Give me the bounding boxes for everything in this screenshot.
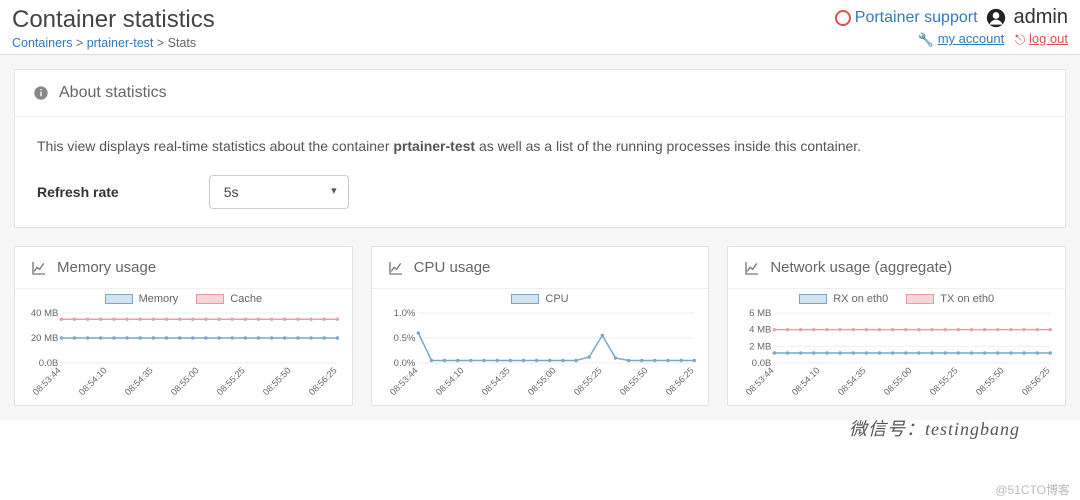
chart-icon xyxy=(31,260,47,276)
about-panel-head: About statistics xyxy=(15,70,1065,117)
cpu-legend: CPU xyxy=(378,293,703,305)
my-account-link[interactable]: my account xyxy=(938,31,1004,46)
memory-usage-title: Memory usage xyxy=(57,259,156,276)
wrench-icon: 🔧 xyxy=(918,32,934,48)
refresh-rate-label: Refresh rate xyxy=(37,181,119,203)
svg-text:08:55:00: 08:55:00 xyxy=(882,366,914,398)
svg-text:40 MB: 40 MB xyxy=(31,309,58,319)
svg-text:08:54:35: 08:54:35 xyxy=(836,366,868,398)
page-title: Container statistics xyxy=(12,6,215,34)
logout-icon: ⎋ xyxy=(1015,32,1025,48)
page-header: Container statistics Containers > prtain… xyxy=(0,0,1080,52)
username-label: admin xyxy=(1014,6,1068,29)
network-legend: RX on eth0 TX on eth0 xyxy=(734,293,1059,305)
content-area: About statistics This view displays real… xyxy=(0,55,1080,420)
svg-text:08:54:10: 08:54:10 xyxy=(77,366,109,398)
info-icon xyxy=(33,85,49,101)
svg-text:08:54:10: 08:54:10 xyxy=(790,366,822,398)
breadcrumb: Containers > prtainer-test > Stats xyxy=(12,36,215,50)
chart-icon xyxy=(744,260,760,276)
swatch-pink-icon xyxy=(196,294,224,304)
svg-text:1.0%: 1.0% xyxy=(393,309,415,319)
svg-text:08:54:10: 08:54:10 xyxy=(434,366,466,398)
breadcrumb-containers[interactable]: Containers xyxy=(12,36,72,50)
svg-text:08:53:44: 08:53:44 xyxy=(744,366,776,398)
network-usage-chart: 0.0B2 MB4 MB6 MB08:53:4408:54:1008:54:35… xyxy=(734,309,1059,399)
svg-text:08:55:25: 08:55:25 xyxy=(215,366,247,398)
chart-icon xyxy=(388,260,404,276)
refresh-rate-select[interactable]: 5s xyxy=(209,175,349,209)
about-heading: About statistics xyxy=(59,84,167,102)
memory-usage-card: Memory usage Memory Cache 0.0B20 MB40 MB… xyxy=(14,246,353,406)
svg-text:08:55:25: 08:55:25 xyxy=(928,366,960,398)
log-out-link[interactable]: log out xyxy=(1029,31,1068,46)
about-description: This view displays real-time statistics … xyxy=(37,135,1043,157)
cpu-usage-title: CPU usage xyxy=(414,259,491,276)
swatch-blue-icon xyxy=(105,294,133,304)
svg-text:08:54:35: 08:54:35 xyxy=(123,366,155,398)
svg-text:2 MB: 2 MB xyxy=(749,342,771,353)
svg-text:0.5%: 0.5% xyxy=(393,333,415,344)
about-panel: About statistics This view displays real… xyxy=(14,69,1066,228)
svg-text:08:53:44: 08:53:44 xyxy=(31,366,63,398)
charts-row: Memory usage Memory Cache 0.0B20 MB40 MB… xyxy=(14,246,1066,406)
svg-text:6 MB: 6 MB xyxy=(749,309,771,319)
cpu-usage-chart: 0.0%0.5%1.0%08:53:4408:54:1008:54:3508:5… xyxy=(378,309,703,399)
svg-text:08:55:50: 08:55:50 xyxy=(618,366,650,398)
memory-legend: Memory Cache xyxy=(21,293,346,305)
network-usage-title: Network usage (aggregate) xyxy=(770,259,952,276)
attribution-text: @51CTO博客 xyxy=(995,481,1070,498)
svg-text:08:55:00: 08:55:00 xyxy=(526,366,558,398)
breadcrumb-current: Stats xyxy=(168,36,197,50)
portainer-support-link[interactable]: Portainer support xyxy=(835,9,978,27)
svg-text:08:55:25: 08:55:25 xyxy=(572,366,604,398)
user-icon xyxy=(986,8,1006,28)
memory-usage-chart: 0.0B20 MB40 MB08:53:4408:54:1008:54:3508… xyxy=(21,309,346,399)
svg-text:08:53:44: 08:53:44 xyxy=(388,366,420,398)
cpu-usage-card: CPU usage CPU 0.0%0.5%1.0%08:53:4408:54:… xyxy=(371,246,710,406)
swatch-blue-icon xyxy=(511,294,539,304)
life-ring-icon xyxy=(835,10,851,26)
svg-text:4 MB: 4 MB xyxy=(749,325,771,336)
svg-text:08:56:25: 08:56:25 xyxy=(664,366,696,398)
svg-text:08:56:25: 08:56:25 xyxy=(1020,366,1052,398)
svg-text:08:55:50: 08:55:50 xyxy=(261,366,293,398)
breadcrumb-container-name[interactable]: prtainer-test xyxy=(87,36,154,50)
swatch-blue-icon xyxy=(799,294,827,304)
svg-text:20 MB: 20 MB xyxy=(31,333,58,344)
svg-text:08:55:50: 08:55:50 xyxy=(974,366,1006,398)
svg-text:08:56:25: 08:56:25 xyxy=(307,366,339,398)
network-usage-card: Network usage (aggregate) RX on eth0 TX … xyxy=(727,246,1066,406)
swatch-pink-icon xyxy=(906,294,934,304)
svg-text:08:54:35: 08:54:35 xyxy=(480,366,512,398)
svg-text:08:55:00: 08:55:00 xyxy=(169,366,201,398)
